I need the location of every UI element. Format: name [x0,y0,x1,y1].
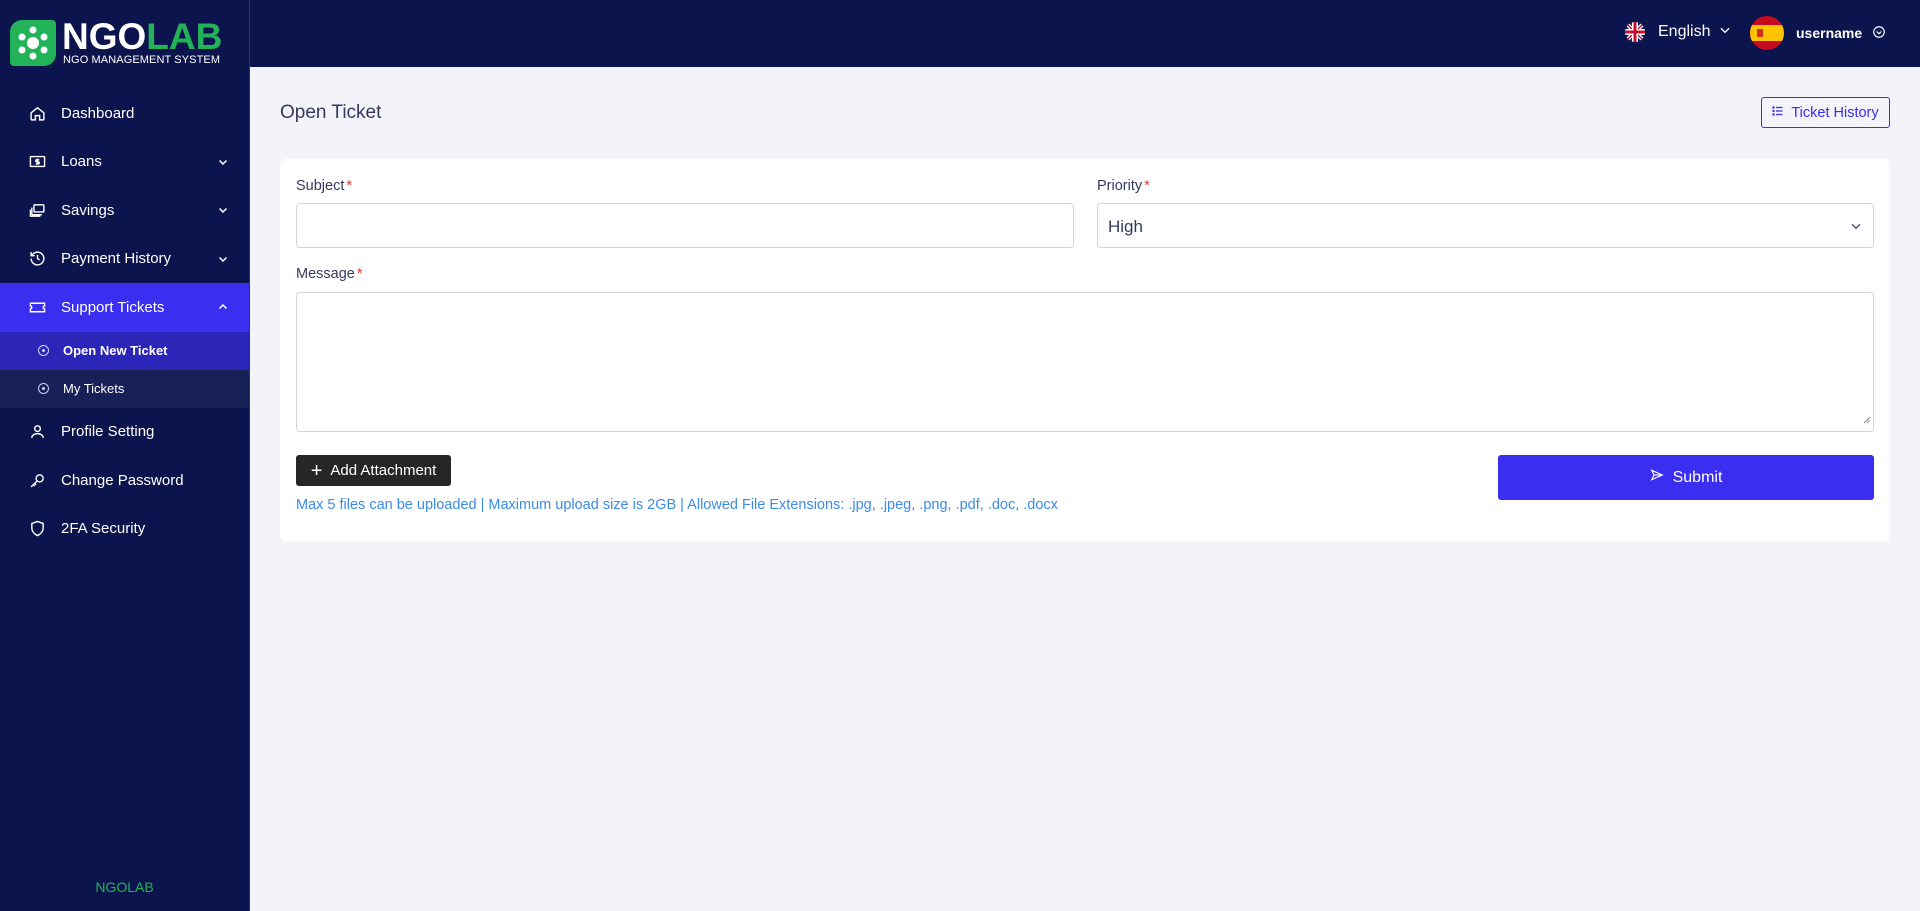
resize-handle-icon[interactable] [1863,411,1871,429]
sidebar: NGOLAB NGO MANAGEMENT SYSTEM Dashboard L… [0,0,250,911]
priority-selected-value: High [1108,217,1143,236]
chevron-down-icon [1718,23,1732,42]
message-textarea[interactable] [296,292,1874,432]
chevron-up-icon [217,300,229,317]
circle-dot-icon [38,383,49,394]
chevron-down-icon [217,155,229,172]
sidebar-item-2fa-security[interactable]: 2FA Security [0,505,249,554]
sidebar-item-loans[interactable]: Loans [0,138,249,187]
user-menu[interactable]: username [1750,16,1886,50]
circle-chevron-down-icon [1872,25,1886,42]
ticket-history-label: Ticket History [1791,104,1879,121]
language-label: English [1658,23,1711,40]
support-tickets-submenu: Open New Ticket My Tickets [0,331,249,408]
ticket-history-button[interactable]: Ticket History [1761,97,1890,128]
subject-input[interactable] [296,203,1074,248]
language-selector[interactable]: English [1625,22,1732,42]
open-ticket-form: Subject * Priority * High Message * + Add A… [280,159,1890,541]
sidebar-item-change-password[interactable]: Change Password [0,456,249,505]
sidebar-item-label: Savings [61,201,115,219]
logo-mark-icon [10,20,56,66]
send-icon [1650,468,1664,487]
chevron-down-icon [217,203,229,220]
sidebar-item-label: Support Tickets [61,298,165,316]
sidebar-footer: NGOLAB [95,879,154,895]
uk-flag-icon [1625,22,1645,42]
chevron-down-icon [217,252,229,269]
sidebar-item-label: Change Password [61,471,184,489]
sidebar-item-my-tickets[interactable]: My Tickets [0,370,249,408]
brand-logo[interactable]: NGOLAB NGO MANAGEMENT SYSTEM [10,18,240,68]
plus-icon: + [310,459,323,482]
shield-icon [28,520,46,538]
avatar [1750,16,1784,50]
sidebar-item-payment-history[interactable]: Payment History [0,235,249,284]
priority-select[interactable]: High [1097,203,1874,248]
list-icon [1772,105,1784,121]
history-icon [28,250,46,268]
sidebar-nav: Dashboard Loans Savings Payment History … [0,89,249,553]
message-label: Message * [296,266,363,282]
sidebar-item-label: Payment History [61,250,172,268]
sidebar-item-label: My Tickets [63,381,125,396]
sidebar-item-label: 2FA Security [61,520,146,538]
logo-tagline: NGO MANAGEMENT SYSTEM [63,54,221,66]
sidebar-item-savings[interactable]: Savings [0,186,249,235]
sidebar-item-support-tickets[interactable]: Support Tickets [0,283,249,332]
money-stack-icon [28,201,46,219]
sidebar-item-profile-setting[interactable]: Profile Setting [0,408,249,457]
sidebar-item-open-new-ticket[interactable]: Open New Ticket [0,331,249,370]
username-label: username [1796,25,1863,41]
sidebar-item-label: Dashboard [61,104,135,122]
home-icon [28,104,46,122]
add-attachment-label: Add Attachment [330,462,437,479]
ticket-icon [28,298,46,316]
sidebar-item-label: Open New Ticket [63,343,168,358]
page-title: Open Ticket [280,102,382,123]
upload-hint: Max 5 files can be uploaded | Maximum up… [296,497,1058,513]
add-attachment-button[interactable]: + Add Attachment [296,455,451,486]
circle-dot-icon [38,345,49,356]
top-header: English username [250,0,1920,67]
dollar-bill-icon [28,153,46,171]
sidebar-item-label: Profile Setting [61,423,155,441]
priority-label: Priority * [1097,178,1150,194]
sidebar-item-dashboard[interactable]: Dashboard [0,89,249,138]
subject-label: Subject * [296,178,353,194]
key-icon [28,471,46,489]
chevron-down-icon [1849,219,1863,238]
user-icon [28,423,46,441]
sidebar-item-label: Loans [61,153,102,171]
submit-label: Submit [1672,468,1723,486]
logo-text: NGOLAB [62,16,223,57]
submit-button[interactable]: Submit [1498,455,1874,500]
